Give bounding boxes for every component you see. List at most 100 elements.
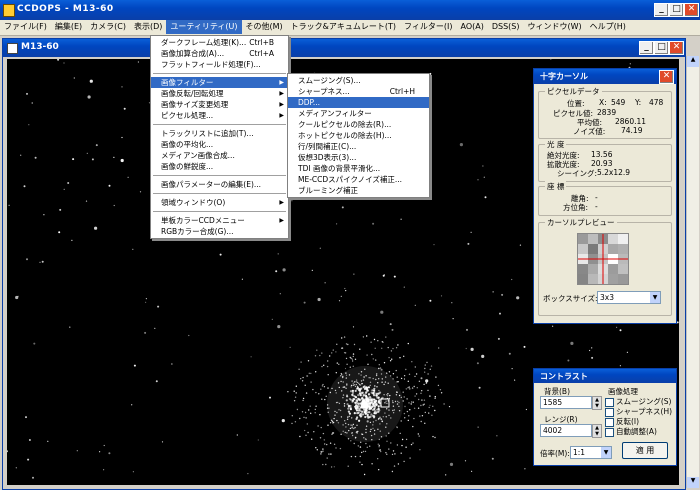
cluster-star (385, 416, 387, 418)
menu-item[interactable]: 行/列間補正(C)... (288, 141, 429, 152)
auto-check-box[interactable] (605, 427, 614, 437)
menu-item-0[interactable]: ファイル(F) (0, 20, 51, 34)
vertical-scrollbar[interactable]: ▲ ▼ (686, 56, 699, 488)
menu-item[interactable]: 画像サイズ変更処理 ▶ (151, 99, 288, 110)
background-input[interactable]: 1585 (540, 396, 592, 409)
cluster-star (350, 384, 353, 387)
menu-item[interactable]: 画像フィルター ▶ (151, 77, 288, 88)
menu-item[interactable]: メディアン画像合成... (151, 150, 288, 161)
range-spinner[interactable]: ▲ ▼ (592, 424, 602, 438)
menu-item-2[interactable]: カメラ(C) (86, 20, 130, 34)
cluster-star (373, 400, 376, 404)
cluster-star (385, 400, 387, 402)
cluster-star (353, 395, 356, 398)
menu-item[interactable]: DDP... (288, 97, 429, 108)
cluster-star (390, 442, 392, 444)
menu-item[interactable]: シャープネス... Ctrl+H (288, 86, 429, 97)
menu-item[interactable]: TDI 画像の背景平滑化... (288, 163, 429, 174)
apply-button[interactable]: 適 用 (622, 442, 668, 459)
image-maximize-icon[interactable]: □ (654, 41, 669, 55)
menu-item-5[interactable]: その他(M) (242, 20, 287, 34)
menu-item-8[interactable]: AO(A) (457, 20, 488, 34)
cluster-star (377, 443, 379, 445)
utility-menu: ダークフレーム処理(K)... Ctrl+B 画像加算合成(A)... Ctrl+A フ… (150, 35, 289, 239)
menu-item[interactable]: トラックリストに追加(T)... (151, 128, 288, 139)
chevron-down-icon[interactable]: ▼ (650, 292, 660, 303)
menu-item-6[interactable]: トラック&アキュムレート(T) (287, 20, 400, 34)
menu-item-9[interactable]: DSS(S) (488, 20, 524, 34)
auto-checkbox[interactable]: 自動調整(A) (605, 426, 657, 437)
menu-item-1[interactable]: 編集(E) (51, 20, 86, 34)
menu-item[interactable]: ピクセル処理... ▶ (151, 110, 288, 121)
cluster-star (357, 394, 360, 397)
image-minimize-icon[interactable]: _ (639, 41, 654, 55)
menu-item[interactable]: 画像加算合成(A)... Ctrl+A (151, 48, 288, 59)
zoom-chevron-down-icon[interactable]: ▼ (601, 447, 611, 458)
menu-item[interactable]: 画像反転/回転処理 ▶ (151, 88, 288, 99)
star (241, 278, 243, 280)
cluster-star (335, 447, 337, 449)
app-titlebar[interactable]: CCDOPS - M13-60 _ □ ✕ (0, 0, 700, 20)
menu-item[interactable]: ブルーミング補正 (288, 185, 429, 196)
preview-pixel (588, 274, 598, 284)
menu-item-11[interactable]: ヘルプ(H) (586, 20, 630, 34)
image-window-titlebar[interactable]: M13-60 _ □ ✕ (3, 39, 685, 57)
cluster-star (351, 434, 354, 437)
scroll-down-icon[interactable]: ▼ (687, 477, 699, 488)
preview-pixel (618, 264, 628, 274)
star (155, 380, 158, 383)
menu-separator (153, 211, 286, 212)
submenu-arrow-icon: ▶ (279, 79, 284, 86)
menu-item-3[interactable]: 表示(D) (130, 20, 166, 34)
star (123, 107, 126, 110)
menu-item[interactable]: クールピクセルの除去(R)... (288, 119, 429, 130)
box-size-select[interactable]: 3x3 ▼ (597, 291, 661, 304)
seeing-value: 5.2x12.9 (597, 168, 631, 177)
menu-item[interactable]: 単板カラーCCDメニュー ▶ (151, 215, 288, 226)
crosshair-close-icon[interactable]: ✕ (659, 70, 674, 84)
star (85, 200, 88, 202)
menu-item[interactable]: RGBカラー合成(G)... (151, 226, 288, 237)
menu-item[interactable]: 画像の鮮鋭度... (151, 161, 288, 172)
cluster-star (418, 380, 421, 382)
scroll-up-icon[interactable]: ▲ (687, 56, 699, 67)
cluster-star (375, 392, 378, 395)
cluster-star (364, 368, 366, 370)
menu-item[interactable]: メディアンフィルター (288, 108, 429, 119)
menu-item[interactable]: ホットピクセルの除去(H)... (288, 130, 429, 141)
close-icon[interactable]: ✕ (684, 3, 699, 17)
menu-item[interactable]: 画像パラメーターの編集(E)... (151, 179, 288, 190)
menu-item-7[interactable]: フィルター(I) (400, 20, 456, 34)
background-spinner[interactable]: ▲ ▼ (592, 396, 602, 410)
range-input[interactable]: 4002 (540, 424, 592, 437)
menu-item[interactable]: 仮想3D表示(3)... (288, 152, 429, 163)
dec-value: - (595, 193, 598, 202)
cluster-star (354, 381, 356, 383)
menu-item[interactable]: 領域ウィンドウ(O) ▶ (151, 197, 288, 208)
sharpness-label: シャープネス(H) (616, 407, 673, 416)
preview-pixel (578, 234, 588, 244)
cluster-star (439, 389, 442, 391)
preview-pixel (618, 244, 628, 254)
menu-item[interactable]: 画像の平均化... (151, 139, 288, 150)
minimize-icon[interactable]: _ (654, 3, 669, 17)
cluster-star (386, 395, 389, 397)
menu-item[interactable]: ME-CCDスパイクノイズ補正... (288, 174, 429, 185)
cluster-star (366, 420, 369, 423)
cluster-star (291, 415, 293, 417)
menu-item-4[interactable]: ユーティリティ(U) (166, 20, 242, 34)
menu-item[interactable]: スムージング(S)... (288, 75, 429, 86)
star (34, 156, 37, 159)
crosshair-titlebar[interactable]: 十字カーソル ✕ (534, 69, 676, 84)
contrast-titlebar[interactable]: コントラスト (534, 369, 676, 383)
menu-item-10[interactable]: ウィンドウ(W) (523, 20, 585, 34)
cluster-star (367, 400, 370, 403)
zoom-select[interactable]: 1:1 ▼ (570, 446, 612, 459)
menu-item[interactable]: フラットフィールド処理(F)... (151, 59, 288, 70)
maximize-icon[interactable]: □ (669, 3, 684, 17)
cluster-star (321, 365, 323, 368)
cluster-star (345, 422, 347, 425)
image-close-icon[interactable]: ✕ (669, 41, 684, 55)
cluster-star (315, 405, 317, 407)
menu-item[interactable]: ダークフレーム処理(K)... Ctrl+B (151, 37, 288, 48)
